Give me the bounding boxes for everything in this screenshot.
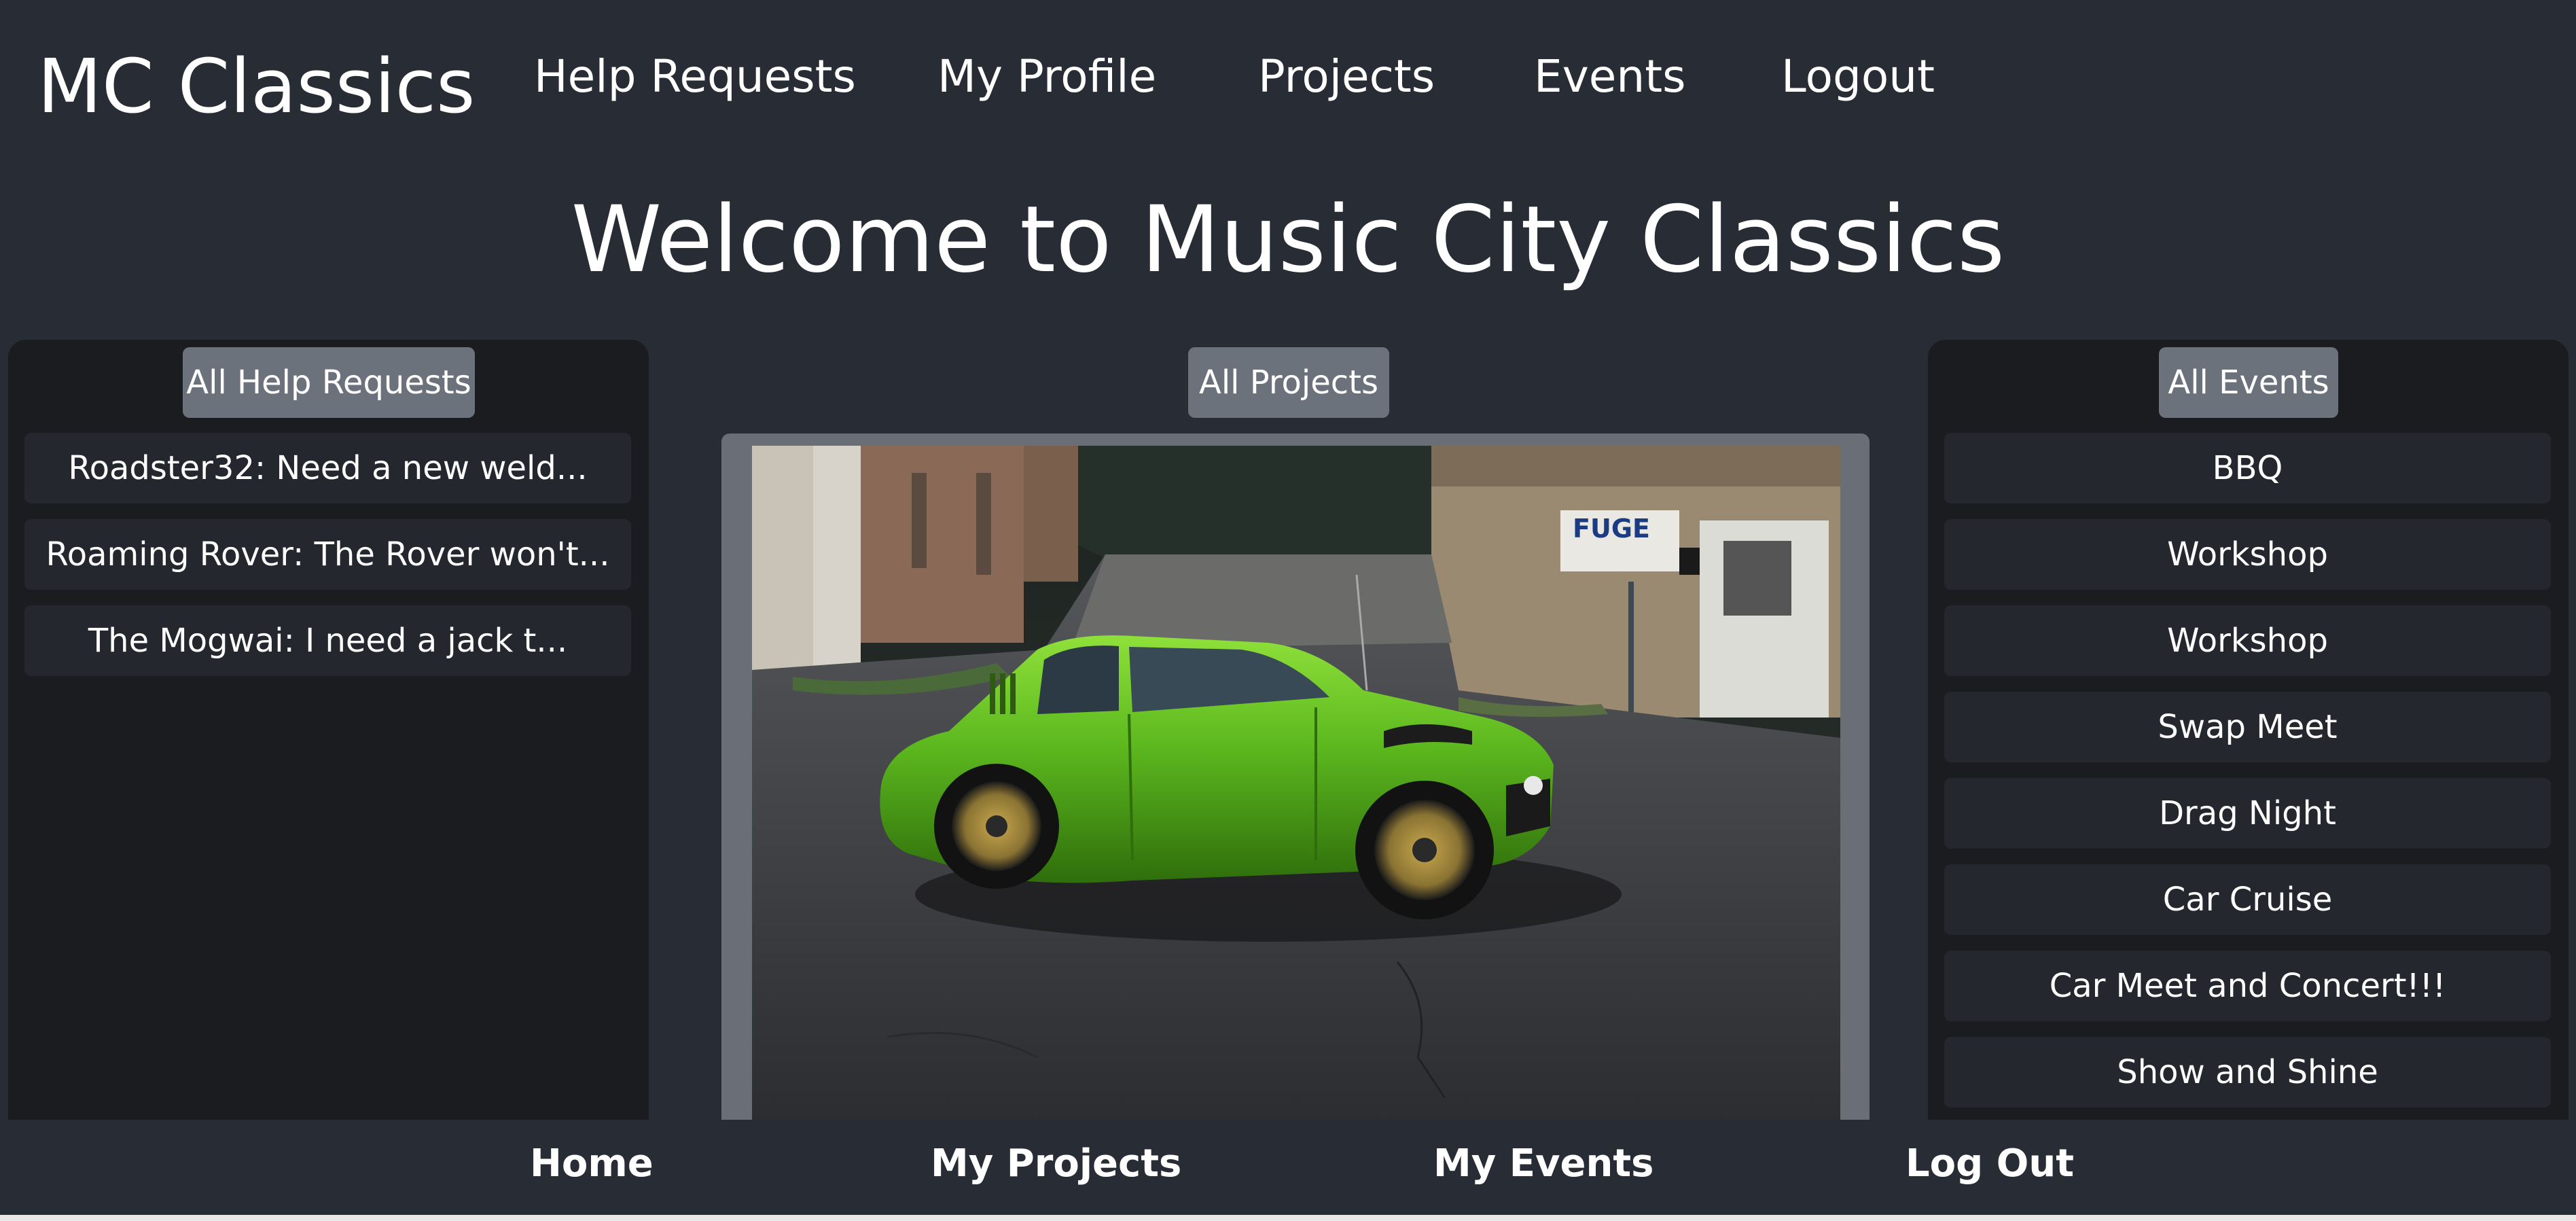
event-item[interactable]: Workshop [1944,519,2551,590]
event-item[interactable]: BBQ [1944,433,2551,503]
all-events-button[interactable]: All Events [2159,347,2338,418]
help-request-item[interactable]: Roaming Rover: The Rover won't... [24,519,631,590]
nav-projects[interactable]: Projects [1258,54,1435,99]
help-requests-list: Roadster32: Need a new weld... Roaming R… [24,433,631,692]
bottom-divider [0,1215,2576,1221]
event-item[interactable]: Workshop [1944,605,2551,676]
event-item[interactable]: Swap Meet [1944,692,2551,762]
event-item[interactable]: Car Meet and Concert!!! [1944,951,2551,1021]
top-navbar: MC Classics Help Requests My Profile Pro… [0,0,2576,156]
svg-text:FUGE: FUGE [1573,514,1650,544]
footer-home-link[interactable]: Home [530,1145,654,1183]
event-item[interactable]: Drag Night [1944,778,2551,849]
help-request-item[interactable]: The Mogwai: I need a jack t... [24,605,631,676]
footer-my-events-link[interactable]: My Events [1433,1145,1653,1183]
green-classic-car-photo[interactable]: FUGE [752,446,1840,1121]
event-item[interactable]: Car Cruise [1944,864,2551,935]
events-panel: All Events BBQ Workshop Workshop Swap Me… [1928,340,2569,1121]
footer-my-projects-link[interactable]: My Projects [931,1145,1181,1183]
nav-events[interactable]: Events [1534,54,1685,99]
page-title: Welcome to Music City Classics [571,186,2005,293]
nav-help-requests[interactable]: Help Requests [534,54,856,99]
footer-logout-link[interactable]: Log Out [1906,1145,2074,1183]
all-projects-button[interactable]: All Projects [1188,347,1389,418]
project-image-frame: FUGE [721,433,1870,1121]
events-list: BBQ Workshop Workshop Swap Meet Drag Nig… [1944,433,2551,1123]
help-request-item[interactable]: Roadster32: Need a new weld... [24,433,631,503]
event-item[interactable]: Show and Shine [1944,1037,2551,1108]
all-help-requests-button[interactable]: All Help Requests [183,347,475,418]
help-requests-panel: All Help Requests Roadster32: Need a new… [8,340,649,1121]
nav-my-profile[interactable]: My Profile [937,54,1156,99]
bottom-navbar: Home My Projects My Events Log Out [0,1120,2576,1215]
brand-logo[interactable]: MC Classics [37,49,475,124]
nav-logout[interactable]: Logout [1781,54,1935,99]
